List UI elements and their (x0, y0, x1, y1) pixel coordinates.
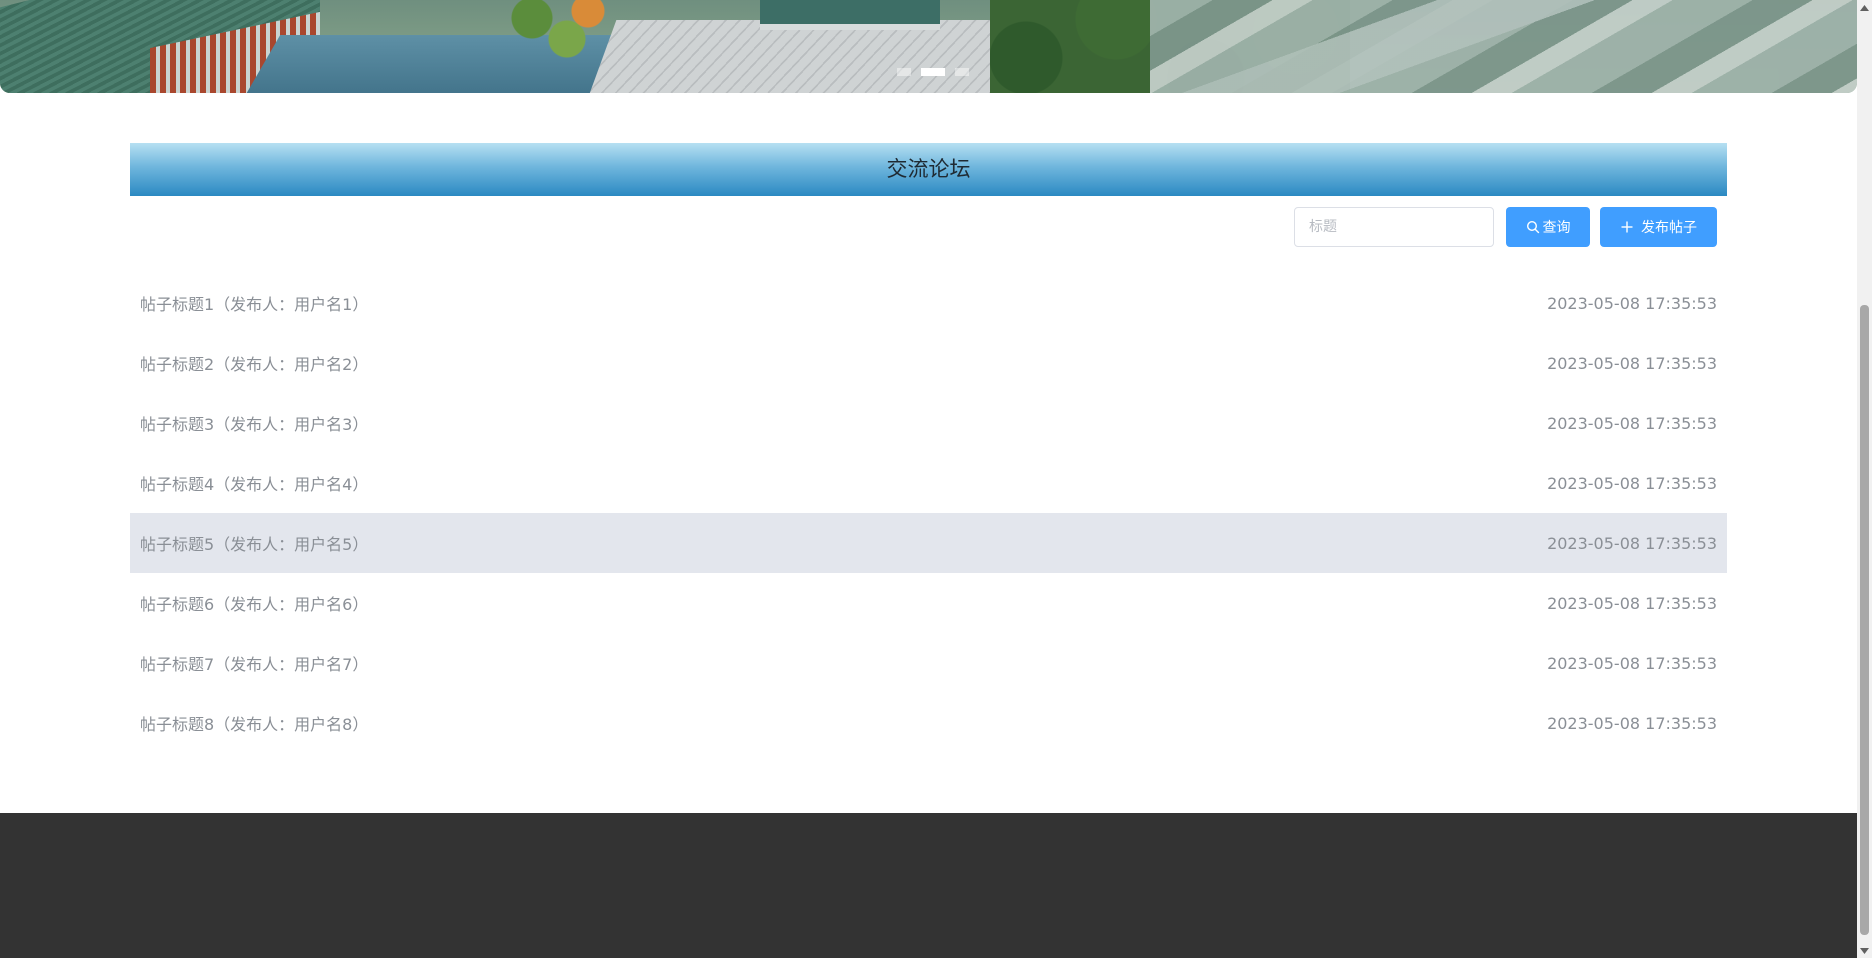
vertical-scrollbar[interactable] (1857, 0, 1872, 958)
post-list: 帖子标题1（发布人：用户名1） 2023-05-08 17:35:53 帖子标题… (130, 273, 1727, 753)
post-time: 2023-05-08 17:35:53 (1547, 713, 1717, 733)
banner-image-trees (490, 0, 630, 60)
scroll-down-arrow-icon[interactable] (1857, 943, 1872, 958)
scrollbar-thumb[interactable] (1860, 305, 1869, 935)
forum-section: 交流论坛 查询 发布帖子 帖子标题1（发布人：用户名1） 2023-05-08 … (130, 143, 1727, 734)
post-row[interactable]: 帖子标题2（发布人：用户名2） 2023-05-08 17:35:53 (130, 333, 1727, 393)
post-title[interactable]: 帖子标题3（发布人：用户名3） (140, 411, 368, 435)
banner-image-hall (760, 0, 940, 30)
post-title[interactable]: 帖子标题1（发布人：用户名1） (140, 291, 368, 315)
search-input[interactable] (1294, 207, 1494, 247)
carousel-dot-1[interactable] (897, 68, 911, 76)
post-time: 2023-05-08 17:35:53 (1547, 593, 1717, 613)
post-time: 2023-05-08 17:35:53 (1547, 293, 1717, 313)
post-row[interactable]: 帖子标题6（发布人：用户名6） 2023-05-08 17:35:53 (130, 573, 1727, 633)
page: 交流论坛 查询 发布帖子 帖子标题1（发布人：用户名1） 2023-05-08 … (0, 0, 1857, 958)
post-row[interactable]: 帖子标题4（发布人：用户名4） 2023-05-08 17:35:53 (130, 453, 1727, 513)
scroll-up-arrow-icon[interactable] (1857, 0, 1872, 15)
banner-image-plaza (583, 20, 1037, 93)
post-title[interactable]: 帖子标题4（发布人：用户名4） (140, 471, 368, 495)
forum-title: 交流论坛 (130, 143, 1727, 196)
carousel-indicators (897, 68, 969, 76)
post-row[interactable]: 帖子标题3（发布人：用户名3） 2023-05-08 17:35:53 (130, 393, 1727, 453)
post-title[interactable]: 帖子标题2（发布人：用户名2） (140, 351, 368, 375)
post-time: 2023-05-08 17:35:53 (1547, 413, 1717, 433)
post-row-hovered[interactable]: 帖子标题5（发布人：用户名5） 2023-05-08 17:35:53 (130, 513, 1727, 573)
search-icon (1526, 220, 1539, 234)
banner-image-houses (1150, 0, 1857, 93)
footer (0, 813, 1857, 958)
plus-icon (1621, 221, 1633, 233)
publish-button-label: 发布帖子 (1641, 220, 1697, 236)
post-title[interactable]: 帖子标题6（发布人：用户名6） (140, 591, 368, 615)
post-time: 2023-05-08 17:35:53 (1547, 473, 1717, 493)
banner-carousel[interactable] (0, 0, 1857, 93)
search-button[interactable]: 查询 (1506, 207, 1590, 247)
post-row[interactable]: 帖子标题8（发布人：用户名8） 2023-05-08 17:35:53 (130, 693, 1727, 753)
post-title[interactable]: 帖子标题7（发布人：用户名7） (140, 651, 368, 675)
post-row[interactable]: 帖子标题1（发布人：用户名1） 2023-05-08 17:35:53 (130, 273, 1727, 333)
post-time: 2023-05-08 17:35:53 (1547, 353, 1717, 373)
post-row[interactable]: 帖子标题7（发布人：用户名7） 2023-05-08 17:35:53 (130, 633, 1727, 693)
post-title[interactable]: 帖子标题5（发布人：用户名5） (140, 531, 368, 555)
post-time: 2023-05-08 17:35:53 (1547, 533, 1717, 553)
publish-post-button[interactable]: 发布帖子 (1600, 207, 1717, 247)
carousel-dot-2[interactable] (921, 68, 945, 76)
post-title[interactable]: 帖子标题8（发布人：用户名8） (140, 711, 368, 735)
carousel-dot-3[interactable] (955, 68, 969, 76)
post-time: 2023-05-08 17:35:53 (1547, 653, 1717, 673)
search-button-label: 查询 (1542, 220, 1571, 236)
